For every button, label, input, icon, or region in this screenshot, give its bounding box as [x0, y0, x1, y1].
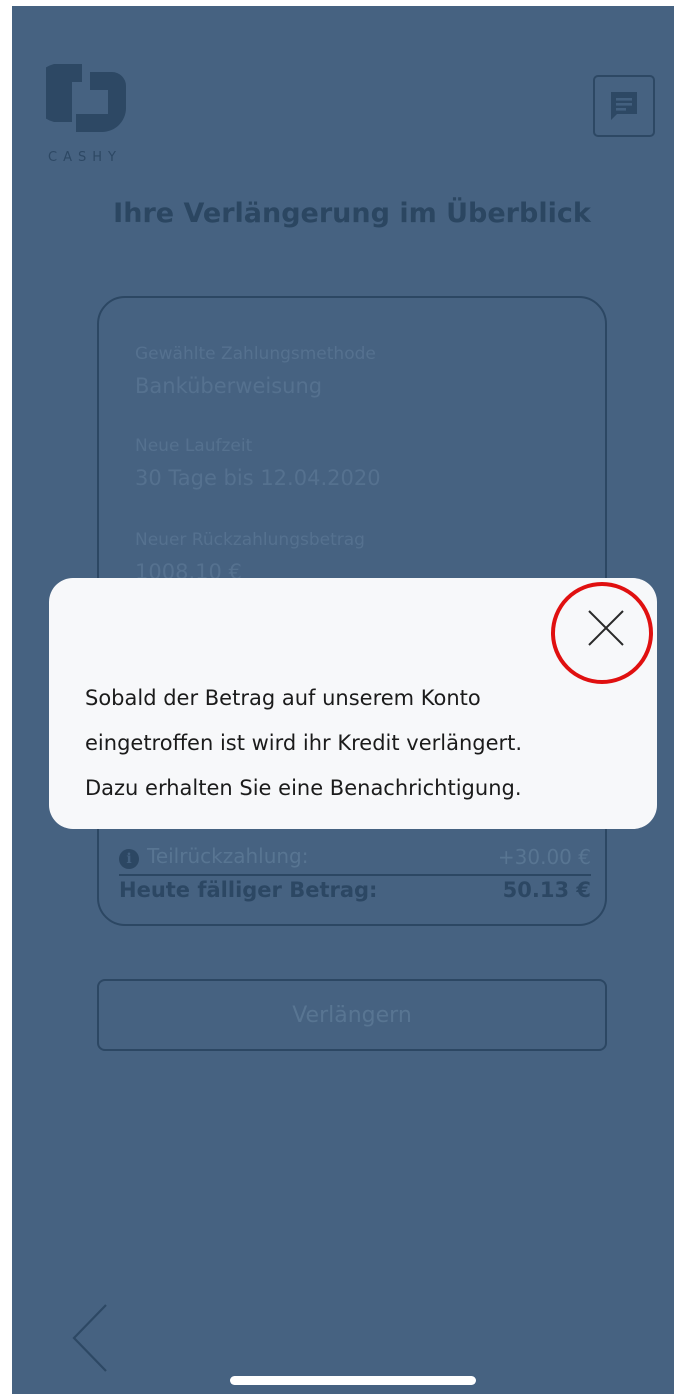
cashy-logo-icon: [31, 52, 128, 138]
home-indicator: [230, 1376, 476, 1385]
back-chevron-icon[interactable]: [70, 1303, 110, 1373]
payment-method-label: Gewählte Zahlungsmethode: [135, 344, 376, 364]
term-label: Neue Laufzeit: [135, 436, 253, 456]
chat-button[interactable]: [593, 75, 655, 137]
partial-repayment-row: i Teilrückzahlung: +30.00 €: [119, 844, 591, 869]
term-value: 30 Tage bis 12.04.2020: [135, 466, 381, 490]
close-button[interactable]: [582, 604, 630, 652]
page-title: Ihre Verlängerung im Überblick: [113, 198, 591, 229]
modal-message-line: Dazu erhalten Sie eine Benachrichtigung.: [85, 776, 522, 800]
info-icon[interactable]: i: [119, 849, 139, 869]
extend-button[interactable]: Verlängern: [97, 979, 607, 1051]
due-amount-label: Heute fälliger Betrag:: [119, 878, 378, 902]
partial-repayment-value: +30.00 €: [497, 844, 591, 869]
modal-message-line: eingetroffen ist wird ihr Kredit verläng…: [85, 731, 523, 755]
due-amount-row: Heute fälliger Betrag: 50.13 €: [119, 874, 591, 902]
repayment-label: Neuer Rückzahlungsbetrag: [135, 530, 365, 550]
info-modal: Sobald der Betrag auf unserem Konto eing…: [49, 578, 657, 829]
app-screen: CASHY Ihre Verlängerung im Überblick Gew…: [12, 6, 674, 1394]
due-amount-value: 50.13 €: [502, 878, 591, 902]
brand-wordmark: CASHY: [48, 150, 122, 165]
chat-icon: [611, 92, 637, 120]
partial-repayment-label: Teilrückzahlung:: [147, 844, 309, 868]
close-icon: [588, 610, 624, 646]
payment-method-value: Banküberweisung: [135, 374, 323, 398]
modal-message: Sobald der Betrag auf unserem Konto eing…: [85, 676, 645, 811]
modal-message-line: Sobald der Betrag auf unserem Konto: [85, 686, 481, 710]
